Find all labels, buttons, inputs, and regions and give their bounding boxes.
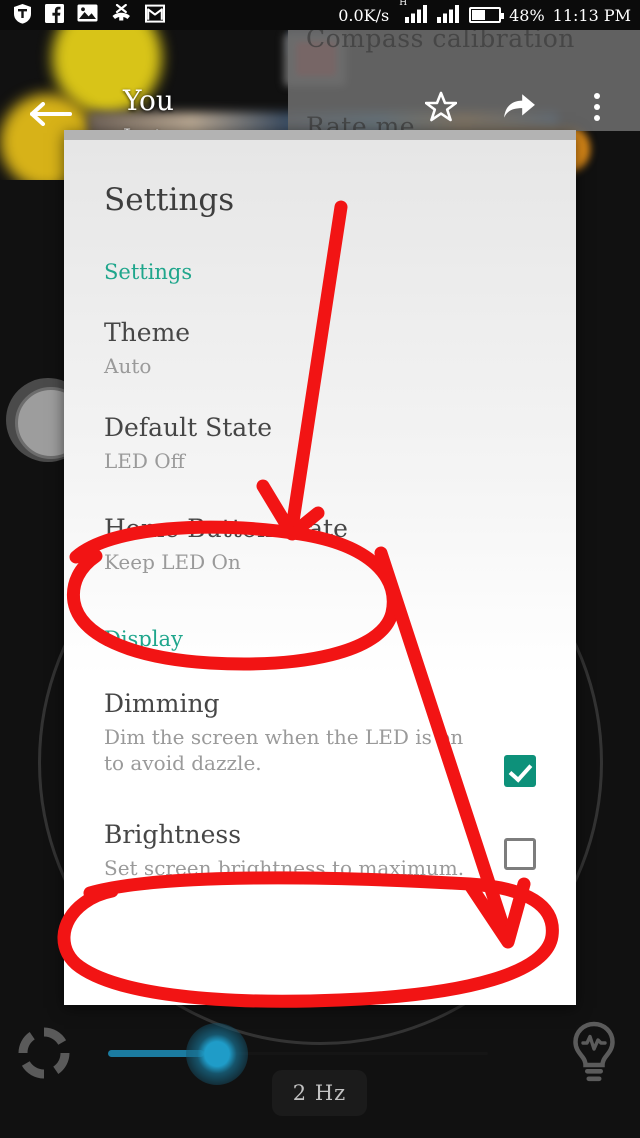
status-bar: 0.0K/s H 48% 11:13 PM [0,0,640,30]
frequency-chip: 2 Hz [272,1070,367,1116]
pref-theme[interactable]: Theme Auto [104,318,536,379]
section-header-settings: Settings [104,260,193,284]
dialog-title: Settings [104,182,235,218]
gallery-image-icon [77,4,98,26]
phone-screen: SIGN UP Compass calibration Rate me You … [0,0,640,1138]
pref-dimming-title: Dimming [104,689,220,718]
dialog-content: Settings Settings Theme Auto Default Sta… [64,140,576,1005]
pref-default-state-title: Default State [104,413,273,442]
clock: 11:13 PM [552,5,631,25]
pref-brightness[interactable]: Brightness Set screen brightness to maxi… [104,820,536,881]
pref-home-button-state-title: Home Button State [104,514,348,543]
app-bar: You Just now [0,30,640,148]
pref-brightness-checkbox[interactable] [504,838,536,870]
settings-dialog: Settings Settings Theme Auto Default Sta… [64,130,576,1005]
color-wheel-icon[interactable] [18,1027,70,1079]
pref-theme-title: Theme [104,318,191,347]
shield-vpn-icon [13,3,32,28]
status-system-icons: 0.0K/s H 48% 11:13 PM [338,0,640,27]
pref-home-button-state-value: Keep LED On [104,550,241,574]
dialog-top-strip [64,130,576,140]
overflow-menu-icon[interactable] [580,90,614,124]
missed-call-icon [111,3,132,27]
pref-dimming[interactable]: Dimming Dim the screen when the LED is o… [104,689,536,787]
bottom-control-bar: 2 Hz [0,1005,640,1138]
pref-default-state[interactable]: Default State LED Off [104,413,536,474]
frequency-slider[interactable] [108,1023,488,1085]
pref-home-button-state[interactable]: Home Button State Keep LED On [104,514,536,575]
pref-theme-value: Auto [104,354,152,378]
pref-dimming-description: Dim the screen when the LED is on to avo… [104,725,464,775]
app-bar-actions [424,90,640,124]
pref-brightness-description: Set screen brightness to maximum. [104,856,465,880]
pref-default-state-value: LED Off [104,449,185,473]
slider-thumb[interactable] [186,1023,248,1085]
signal-bars-sim1-icon [405,4,429,27]
status-notification-icons [0,3,165,28]
battery-percent: 48% [509,5,545,25]
back-arrow-icon[interactable] [30,102,72,126]
facebook-icon [45,3,64,27]
share-icon[interactable] [502,90,536,124]
network-speed: 0.0K/s [338,5,390,25]
star-icon[interactable] [424,90,458,124]
hspa-label: H [399,0,408,8]
lightbulb-pulse-icon[interactable] [566,1021,622,1083]
battery-icon [469,7,505,23]
section-header-display: Display [104,627,183,651]
signal-bars-sim2-icon [437,4,461,27]
gmail-icon [145,4,165,27]
page-title: You [123,84,174,117]
frequency-value: 2 Hz [292,1081,347,1105]
pref-brightness-title: Brightness [104,820,242,849]
pref-dimming-checkbox[interactable] [504,755,536,787]
